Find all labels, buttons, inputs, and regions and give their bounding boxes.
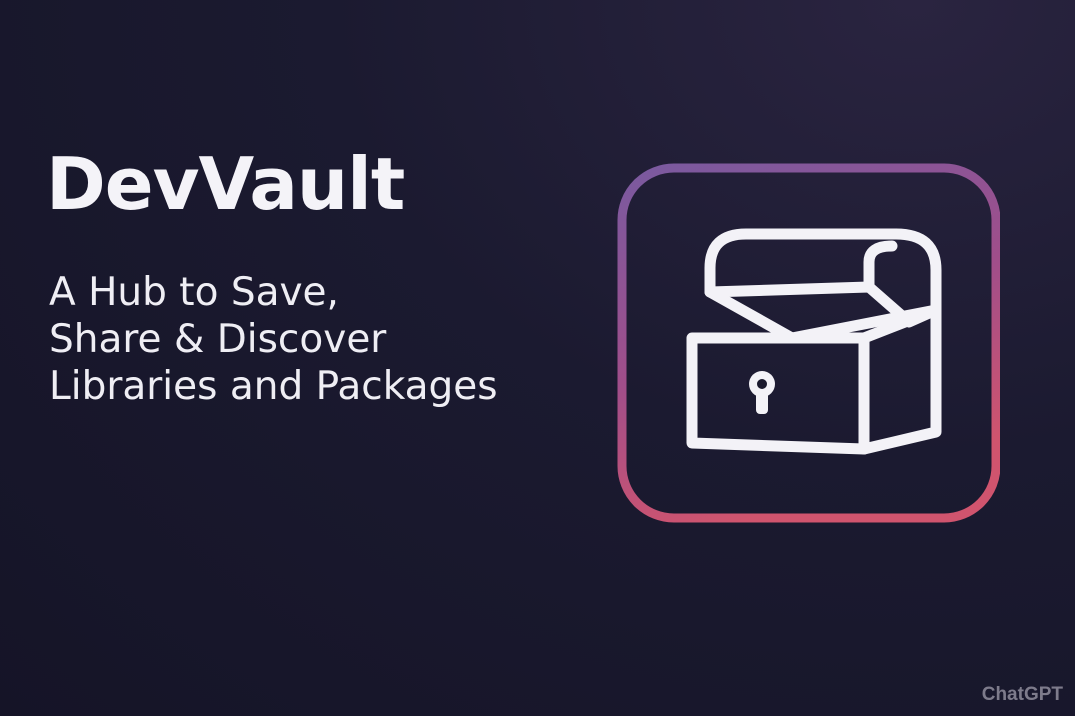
tagline: A Hub to Save, Share & Discover Librarie… — [49, 270, 606, 410]
app-title: DevVault — [46, 142, 405, 226]
tagline-line-2: Share & Discover — [49, 316, 387, 362]
hero: DevVault A Hub to Save, Share & Discover… — [46, 148, 606, 410]
chest-drawing — [686, 228, 942, 455]
tagline-line-1: A Hub to Save, — [49, 270, 339, 315]
keyhole-icon — [749, 371, 775, 414]
tagline-line-3: Libraries and Packages — [49, 363, 498, 409]
watermark: ChatGPT — [981, 684, 1063, 705]
treasure-chest-icon — [617, 163, 1001, 523]
app-logo — [614, 162, 1001, 524]
